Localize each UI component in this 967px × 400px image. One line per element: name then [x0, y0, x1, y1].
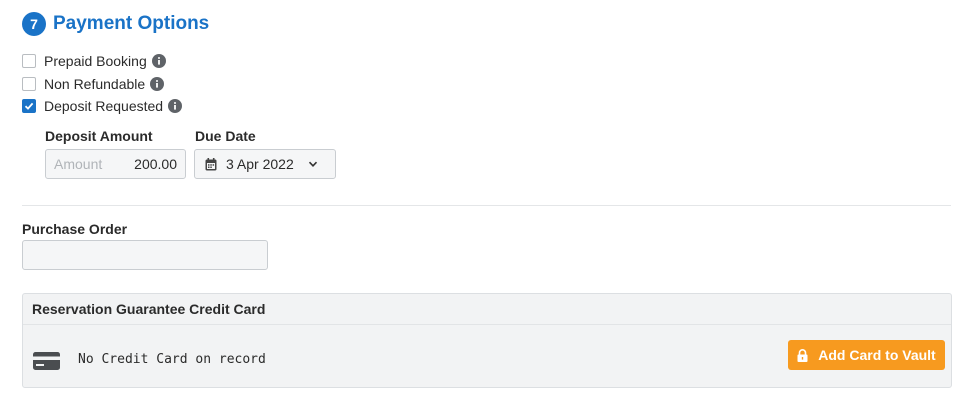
credit-card-icon: [33, 352, 60, 370]
non-refundable-checkbox[interactable]: [22, 76, 36, 91]
add-card-to-vault-button[interactable]: Add Card to Vault: [788, 340, 945, 370]
info-icon[interactable]: [151, 54, 166, 69]
deposit-amount-placeholder: Amount: [54, 156, 103, 172]
credit-card-panel-body: No Credit Card on record Add Card to Vau…: [23, 325, 951, 387]
section-header: 7 Payment Options: [22, 12, 209, 36]
section-divider: [22, 205, 951, 206]
deposit-requested-label[interactable]: Deposit Requested: [44, 98, 163, 114]
option-deposit-requested[interactable]: Deposit Requested: [22, 95, 183, 118]
non-refundable-label[interactable]: Non Refundable: [44, 76, 145, 92]
due-date-value[interactable]: 3 Apr 2022: [226, 156, 294, 172]
info-icon[interactable]: [168, 99, 183, 114]
chevron-down-icon[interactable]: [308, 159, 318, 169]
prepaid-booking-label[interactable]: Prepaid Booking: [44, 53, 147, 69]
lock-icon: [797, 348, 808, 362]
add-card-to-vault-label: Add Card to Vault: [818, 347, 936, 363]
purchase-order-input[interactable]: [22, 240, 268, 270]
checkmark-icon: [24, 103, 34, 111]
section-title: Payment Options: [53, 13, 210, 34]
prepaid-booking-checkbox[interactable]: [22, 54, 36, 69]
due-date-picker[interactable]: 3 Apr 2022: [194, 149, 336, 179]
deposit-requested-checkbox[interactable]: [22, 99, 36, 114]
deposit-amount-label: Deposit Amount: [45, 128, 153, 144]
due-date-label: Due Date: [195, 128, 256, 144]
credit-card-status-text: No Credit Card on record: [78, 352, 266, 367]
payment-options-list: Prepaid Booking Non Refundable Deposit R…: [22, 50, 183, 118]
calendar-icon: [205, 157, 217, 170]
deposit-amount-field[interactable]: Amount 200.00: [45, 149, 186, 179]
purchase-order-label: Purchase Order: [22, 221, 128, 237]
credit-card-panel-header: Reservation Guarantee Credit Card: [23, 294, 951, 325]
option-prepaid-booking[interactable]: Prepaid Booking: [22, 50, 182, 73]
info-icon[interactable]: [150, 76, 165, 91]
deposit-amount-value[interactable]: 200.00: [134, 156, 177, 172]
credit-card-panel: Reservation Guarantee Credit Card No Cre…: [22, 293, 952, 388]
option-non-refundable[interactable]: Non Refundable: [22, 73, 182, 96]
step-badge: 7: [22, 12, 46, 36]
